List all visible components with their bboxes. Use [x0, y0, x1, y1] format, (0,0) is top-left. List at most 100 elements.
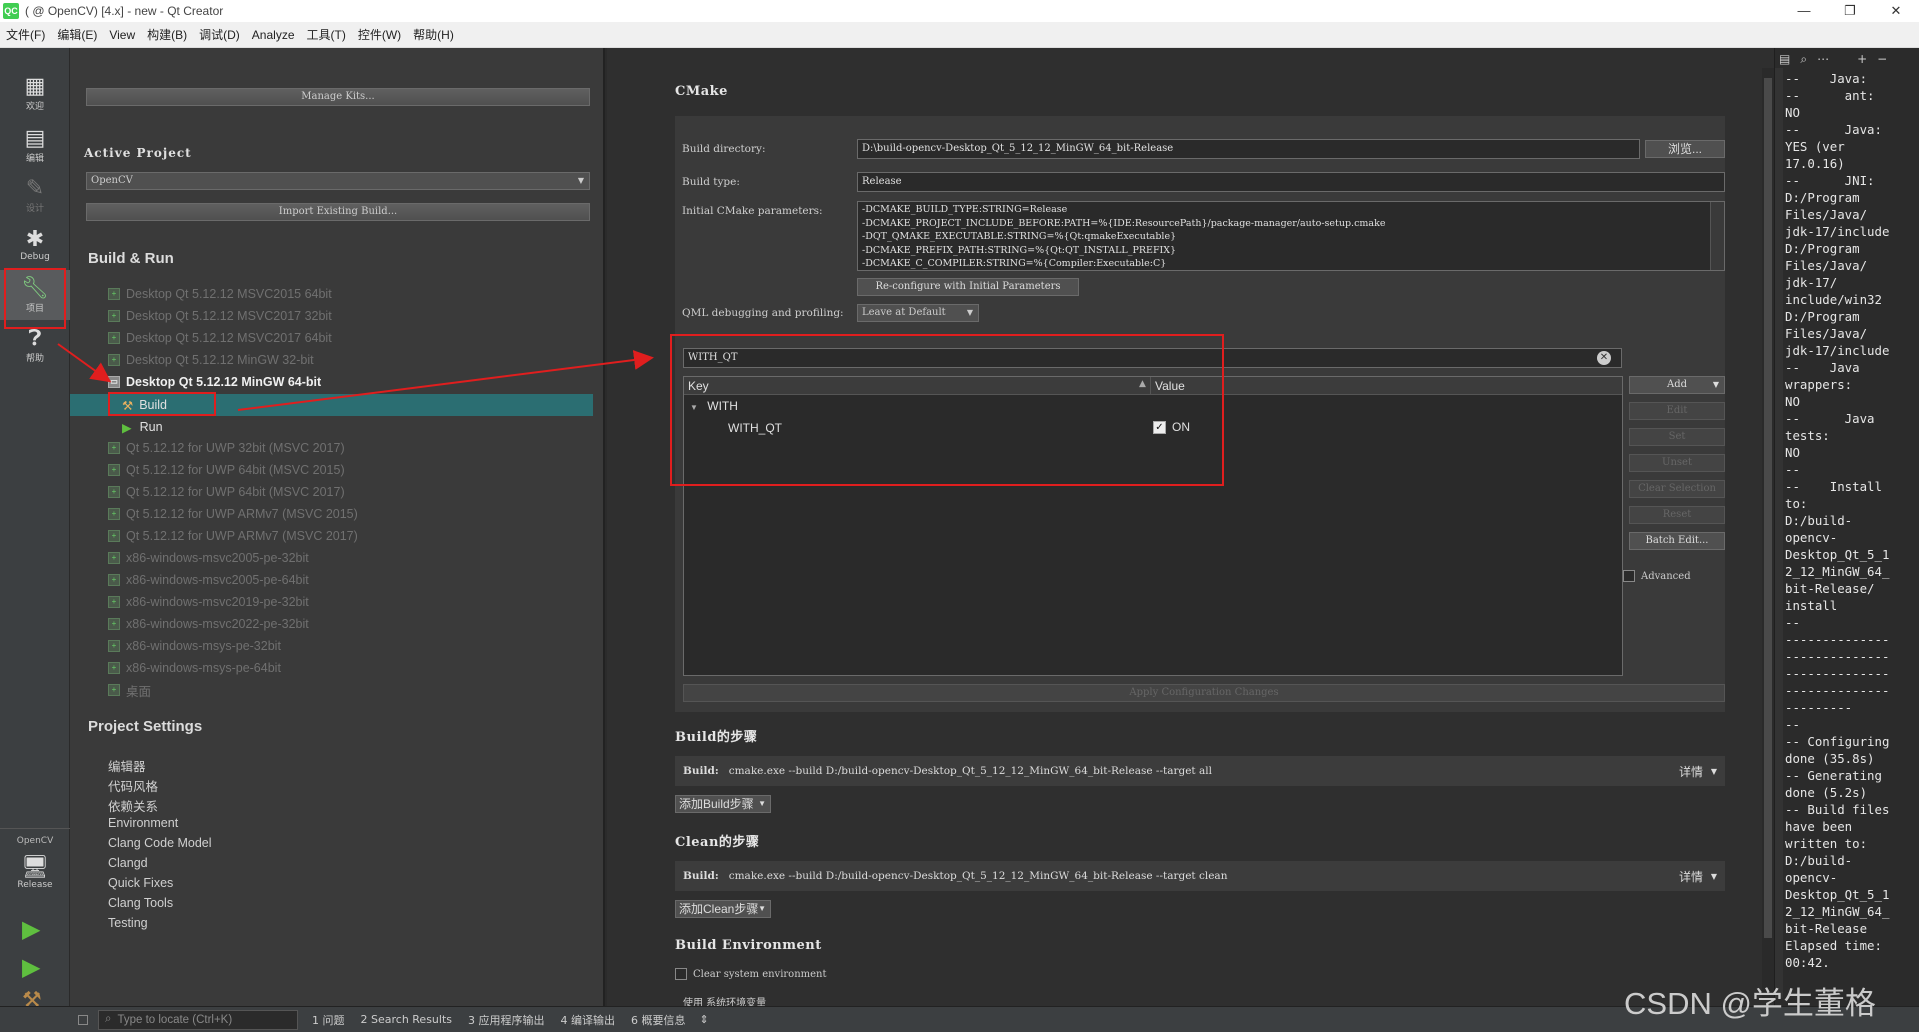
output-toolbar: ▤ ⌕ ⋯ + −	[1779, 52, 1887, 67]
checkbox-empty-icon[interactable]	[675, 968, 687, 980]
toggle-sidebar-icon[interactable]	[78, 1014, 88, 1025]
output-scrollbar[interactable]	[1775, 68, 1783, 998]
manage-kits-button[interactable]: Manage Kits...	[86, 88, 590, 106]
mode-edit[interactable]: ▤ 编辑	[0, 120, 70, 170]
kit-item[interactable]: + Desktop Qt 5.12.12 MinGW 32-bit	[108, 350, 314, 370]
kit-item[interactable]: + x86-windows-msys-pe-64bit	[108, 658, 281, 678]
build-steps-title: Build的步骤	[675, 730, 758, 745]
kit-item[interactable]: + Desktop Qt 5.12.12 MSVC2017 64bit	[108, 328, 332, 348]
locator-input[interactable]: ⌕ Type to locate (Ctrl+K)	[98, 1009, 298, 1030]
add-build-step-button[interactable]: 添加Build步骤 ▼	[675, 795, 771, 813]
initial-params-textarea[interactable]: -DCMAKE_BUILD_TYPE:STRING=Release -DCMAK…	[857, 201, 1725, 271]
build-run-title: Build & Run	[88, 250, 174, 267]
clean-step-row[interactable]: Build: cmake.exe --build D:/build-opencv…	[675, 861, 1725, 891]
build-step-row[interactable]: Build: cmake.exe --build D:/build-opencv…	[675, 756, 1725, 786]
apply-config-button[interactable]: Apply Configuration Changes	[683, 684, 1725, 702]
close-button[interactable]: ✕	[1873, 0, 1919, 22]
more-icon[interactable]: ⋯	[1817, 52, 1829, 67]
kit-item[interactable]: + Qt 5.12.12 for UWP 64bit (MSVC 2017)	[108, 482, 345, 502]
menu-file[interactable]: 文件(F)	[0, 26, 51, 43]
build-dir-input[interactable]: D:\build-opencv-Desktop_Qt_5_12_12_MinGW…	[857, 139, 1640, 159]
kit-item[interactable]: + x86-windows-msvc2005-pe-64bit	[108, 570, 309, 590]
settings-item[interactable]: 依赖关系	[108, 796, 158, 815]
settings-item[interactable]: 编辑器	[108, 756, 146, 775]
kit-item[interactable]: + x86-windows-msys-pe-32bit	[108, 636, 281, 656]
edit-button[interactable]: Edit	[1629, 402, 1725, 420]
menu-debug[interactable]: 调试(D)	[193, 26, 246, 43]
minimize-button[interactable]: —	[1781, 0, 1827, 22]
settings-item[interactable]: Clang Code Model	[108, 836, 212, 850]
menu-view[interactable]: View	[103, 28, 141, 42]
mode-debug[interactable]: ✱ Debug	[0, 220, 70, 270]
batch-edit-button[interactable]: Batch Edit...	[1629, 532, 1725, 550]
kit-selector[interactable]: 🖥︎ Release	[0, 848, 70, 898]
settings-item[interactable]: Environment	[108, 816, 178, 830]
kit-item[interactable]: + Desktop Qt 5.12.12 MSVC2015 64bit	[108, 284, 332, 304]
tab-app-output[interactable]: 3 应用程序输出	[468, 1012, 545, 1028]
clear-filter-icon[interactable]: ✕	[1597, 351, 1611, 365]
settings-item[interactable]: Clangd	[108, 856, 148, 870]
menu-tools[interactable]: 工具(T)	[301, 26, 352, 43]
chevron-up-down-icon[interactable]: ⇕	[700, 1013, 709, 1026]
tab-general-messages[interactable]: 6 概要信息	[631, 1012, 686, 1028]
maximize-button[interactable]: ❐	[1827, 0, 1873, 22]
reset-button[interactable]: Reset	[1629, 506, 1725, 524]
kit-item-active[interactable]: ▭ Desktop Qt 5.12.12 MinGW 64-bit	[108, 372, 321, 392]
advanced-checkbox[interactable]: Advanced	[1623, 570, 1691, 582]
clear-selection-button[interactable]: Clear Selection	[1629, 480, 1725, 498]
menu-bar: 文件(F) 编辑(E) View 构建(B) 调试(D) Analyze 工具(…	[0, 22, 1919, 48]
kit-add-icon: +	[108, 662, 120, 674]
debug-run-icon[interactable]: ▶	[22, 953, 40, 981]
import-build-button[interactable]: Import Existing Build...	[86, 203, 590, 221]
settings-item[interactable]: Testing	[108, 916, 148, 930]
checkbox-empty-icon[interactable]	[1623, 570, 1635, 582]
params-scrollbar[interactable]	[1710, 202, 1724, 270]
details-button[interactable]: 详情	[1679, 868, 1703, 885]
build-type-input[interactable]: Release	[857, 172, 1725, 192]
add-icon[interactable]: +	[1857, 52, 1867, 67]
reconfigure-button[interactable]: Re-configure with Initial Parameters	[857, 278, 1079, 296]
menu-analyze[interactable]: Analyze	[246, 28, 301, 42]
clear-env-checkbox[interactable]: Clear system environment	[675, 968, 827, 980]
kit-item[interactable]: + 桌面	[108, 680, 151, 700]
tab-issues[interactable]: 1 问题	[312, 1012, 345, 1028]
active-project-title: Active Project	[84, 146, 192, 160]
run-icon[interactable]: ▶	[22, 915, 40, 943]
settings-item[interactable]: Clang Tools	[108, 896, 173, 910]
kit-item[interactable]: + Qt 5.12.12 for UWP ARMv7 (MSVC 2015)	[108, 504, 358, 524]
kit-item[interactable]: + x86-windows-msvc2022-pe-32bit	[108, 614, 309, 634]
details-button[interactable]: 详情	[1679, 763, 1703, 780]
settings-item[interactable]: Quick Fixes	[108, 876, 173, 890]
compile-output-log: -- Java: -- ant: NO -- Java: YES (ver 17…	[1785, 71, 1890, 970]
tab-search-results[interactable]: 2 Search Results	[361, 1013, 453, 1026]
active-project-combo[interactable]: OpenCV ▼	[86, 172, 590, 190]
kit-item[interactable]: + Qt 5.12.12 for UWP 32bit (MSVC 2017)	[108, 438, 345, 458]
main-scrollbar-thumb[interactable]	[1764, 78, 1772, 938]
main-scrollbar[interactable]	[1762, 68, 1774, 998]
menu-edit[interactable]: 编辑(E)	[51, 26, 103, 43]
output-pane-icon[interactable]: ▤	[1779, 52, 1790, 67]
settings-item[interactable]: 代码风格	[108, 776, 158, 795]
unset-button[interactable]: Unset	[1629, 454, 1725, 472]
add-button[interactable]: Add ▼	[1629, 376, 1725, 394]
mode-design[interactable]: ✎ 设计	[0, 170, 70, 220]
search-icon[interactable]: ⌕	[1800, 52, 1807, 67]
kit-item[interactable]: + x86-windows-msvc2019-pe-32bit	[108, 592, 309, 612]
tab-compile-output[interactable]: 4 编译输出	[561, 1012, 616, 1028]
qml-debug-combo[interactable]: Leave at Default ▼	[857, 304, 979, 322]
monitor-icon: 🖥︎	[21, 855, 49, 880]
minimize-pane-icon[interactable]: −	[1877, 52, 1887, 67]
kit-item[interactable]: + Desktop Qt 5.12.12 MSVC2017 32bit	[108, 306, 332, 326]
set-button[interactable]: Set	[1629, 428, 1725, 446]
menu-help[interactable]: 帮助(H)	[407, 26, 460, 43]
mode-welcome[interactable]: ▦ 欢迎	[0, 68, 70, 118]
add-clean-step-button[interactable]: 添加Clean步骤 ▼	[675, 900, 771, 918]
menu-build[interactable]: 构建(B)	[141, 26, 193, 43]
kit-item[interactable]: + Qt 5.12.12 for UWP 64bit (MSVC 2015)	[108, 460, 345, 480]
kit-add-icon: +	[108, 574, 120, 586]
menu-widgets[interactable]: 控件(W)	[352, 26, 407, 43]
kit-item[interactable]: + Qt 5.12.12 for UWP ARMv7 (MSVC 2017)	[108, 526, 358, 546]
kit-run-item[interactable]: ▶ Run	[122, 416, 163, 438]
browse-button[interactable]: 浏览...	[1645, 140, 1725, 158]
kit-item[interactable]: + x86-windows-msvc2005-pe-32bit	[108, 548, 309, 568]
